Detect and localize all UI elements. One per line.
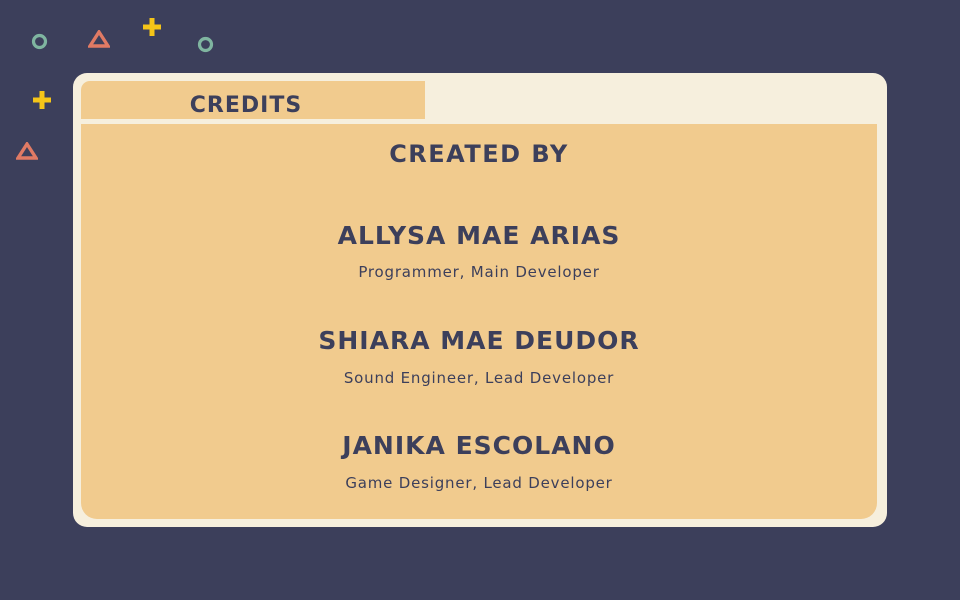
ring-icon <box>31 33 48 50</box>
triangle-icon <box>88 30 110 48</box>
plus-icon <box>32 90 52 110</box>
credit-role: Game Designer, Lead Developer <box>345 474 613 492</box>
credits-tab[interactable]: CREDITS <box>81 81 425 119</box>
credits-window: CREDITS CREATED BY ALLYSA MAE ARIAS Prog… <box>73 73 887 527</box>
credits-tab-label: CREDITS <box>189 93 303 118</box>
credit-name: SHIARA MAE DEUDOR <box>318 326 640 355</box>
credit-name: JANIKA ESCOLANO <box>342 431 616 460</box>
credits-panel: CREATED BY ALLYSA MAE ARIAS Programmer, … <box>81 124 877 519</box>
created-by-heading: CREATED BY <box>389 140 569 168</box>
credit-name: ALLYSA MAE ARIAS <box>337 221 621 250</box>
credit-role: Sound Engineer, Lead Developer <box>343 369 615 387</box>
triangle-icon <box>16 142 38 160</box>
plus-icon <box>142 17 162 37</box>
credit-role: Programmer, Main Developer <box>358 263 600 281</box>
ring-icon <box>197 36 214 53</box>
